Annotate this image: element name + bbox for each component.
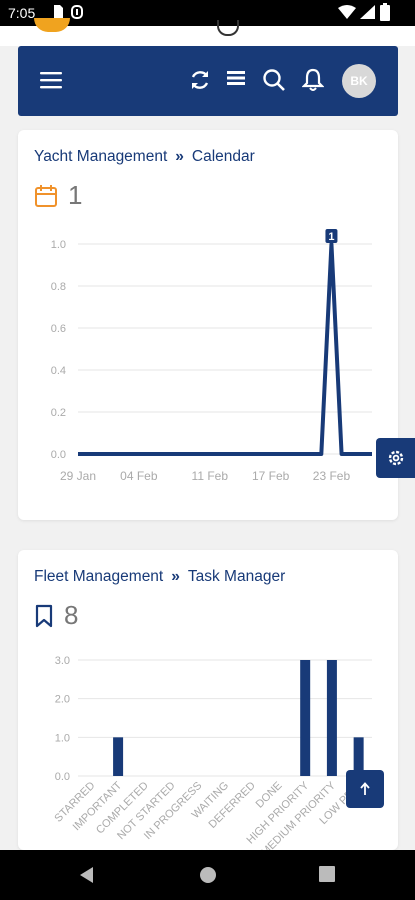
app-header: BK (18, 46, 398, 116)
y-tick-label: 2.0 (55, 694, 70, 706)
breadcrumb-page[interactable]: Task Manager (188, 568, 285, 585)
bell-icon[interactable] (302, 68, 324, 92)
scroll-top-button[interactable] (346, 770, 384, 808)
bar (300, 660, 311, 776)
y-tick-label: 0.0 (55, 771, 70, 783)
x-tick-label: 29 Jan (60, 469, 96, 483)
task-manager-card: Fleet Management » Task Manager 8 0.0 1.0 2.… (18, 550, 398, 850)
count-row: 8 (34, 600, 78, 631)
data-label: 1 (328, 231, 334, 243)
calendar-line-chart: 0.0 0.2 0.4 0.6 0.8 1.0 29 Jan 04 Feb 11 Feb 17 F… (51, 229, 372, 483)
task-count: 8 (64, 600, 79, 630)
y-tick-label: 0.2 (51, 407, 66, 419)
bookmark-icon (35, 604, 53, 627)
gear-icon (388, 450, 403, 466)
breadcrumb-section[interactable]: Fleet Management (34, 568, 163, 585)
count-row: 1 (34, 180, 82, 211)
y-tick-label: 0.8 (51, 281, 66, 293)
bar (113, 737, 124, 776)
settings-side-button[interactable] (376, 438, 415, 478)
list-view-icon[interactable] (226, 68, 246, 88)
refresh-icon[interactable] (188, 68, 212, 92)
arrow-up-icon (360, 782, 370, 795)
x-tick-label: 04 Feb (120, 469, 158, 483)
breadcrumb: Yacht Management » Calendar (34, 148, 255, 166)
breadcrumb-separator: » (171, 568, 180, 585)
avatar-initials: BK (350, 74, 368, 88)
x-tick-label: 23 Feb (313, 469, 351, 483)
y-tick-label: 1.0 (51, 239, 66, 251)
y-tick-label: 1.0 (55, 732, 70, 744)
breadcrumb-separator: » (175, 148, 184, 165)
sync-status-icon (71, 5, 83, 19)
menu-icon[interactable] (40, 71, 62, 89)
home-icon[interactable] (199, 866, 217, 884)
calendar-card: Yacht Management » Calendar 1 0.0 0.2 0.4 0.6… (18, 130, 398, 520)
y-tick-label: 0.6 (51, 323, 66, 335)
breadcrumb-section[interactable]: Yacht Management (34, 148, 167, 165)
series-line (78, 242, 372, 456)
calendar-icon (35, 184, 57, 207)
x-tick-label: 17 Feb (252, 469, 290, 483)
back-icon[interactable] (78, 866, 96, 884)
battery-icon (380, 3, 390, 21)
recents-icon[interactable] (319, 866, 335, 882)
user-avatar[interactable]: BK (342, 64, 376, 98)
signal-icon (360, 5, 375, 19)
x-tick-label: 11 Feb (192, 469, 229, 483)
y-tick-label: 0.4 (51, 365, 66, 377)
status-time: 7:05 (8, 5, 36, 21)
search-icon[interactable] (262, 68, 286, 92)
y-tick-label: 0.0 (51, 449, 66, 461)
task-bar-chart: 0.01.02.03.0STARREDIMPORTANTCOMPLETEDNOT… (52, 655, 372, 850)
breadcrumb: Fleet Management » Task Manager (34, 568, 285, 586)
calendar-count: 1 (68, 180, 83, 210)
bar (326, 660, 337, 776)
wifi-icon (338, 5, 356, 19)
y-tick-label: 3.0 (55, 655, 70, 667)
system-navigation-bar (0, 850, 415, 900)
breadcrumb-page[interactable]: Calendar (192, 148, 255, 165)
